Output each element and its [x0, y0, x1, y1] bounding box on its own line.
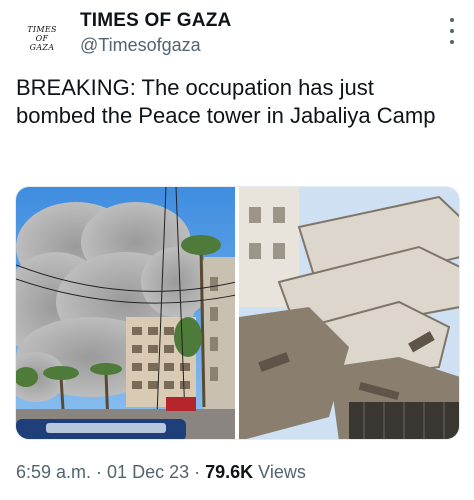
meta-separator: ·: [91, 462, 108, 482]
photo-smoke-building[interactable]: [16, 187, 235, 439]
avatar-logo-line-3: GAZA: [29, 42, 55, 52]
avatar-logo-line-2: OF: [35, 33, 49, 43]
tweet-time[interactable]: 6:59 a.m.: [16, 462, 91, 482]
tweet-text: BREAKING: The occupation has just bombed…: [16, 75, 436, 128]
views-label: Views: [253, 462, 306, 482]
tweet-date[interactable]: 01 Dec 23: [107, 462, 189, 482]
views-count[interactable]: 79.6K: [205, 462, 253, 482]
tweet-meta: 6:59 a.m. · 01 Dec 23 · 79.6K Views: [16, 462, 306, 483]
avatar-logo-line-1: TIMES: [27, 24, 57, 34]
tweet-media: [15, 186, 460, 440]
meta-separator: ·: [189, 462, 206, 482]
tweet-header: TIMES OF GAZA TIMES OF GAZA @Timesofgaza: [0, 0, 474, 62]
photo-collapsed-building[interactable]: [239, 187, 459, 439]
more-vertical-icon[interactable]: [444, 18, 460, 44]
avatar[interactable]: TIMES OF GAZA: [18, 14, 66, 62]
account-handle[interactable]: @Timesofgaza: [80, 35, 201, 56]
account-name[interactable]: TIMES OF GAZA: [80, 10, 231, 32]
